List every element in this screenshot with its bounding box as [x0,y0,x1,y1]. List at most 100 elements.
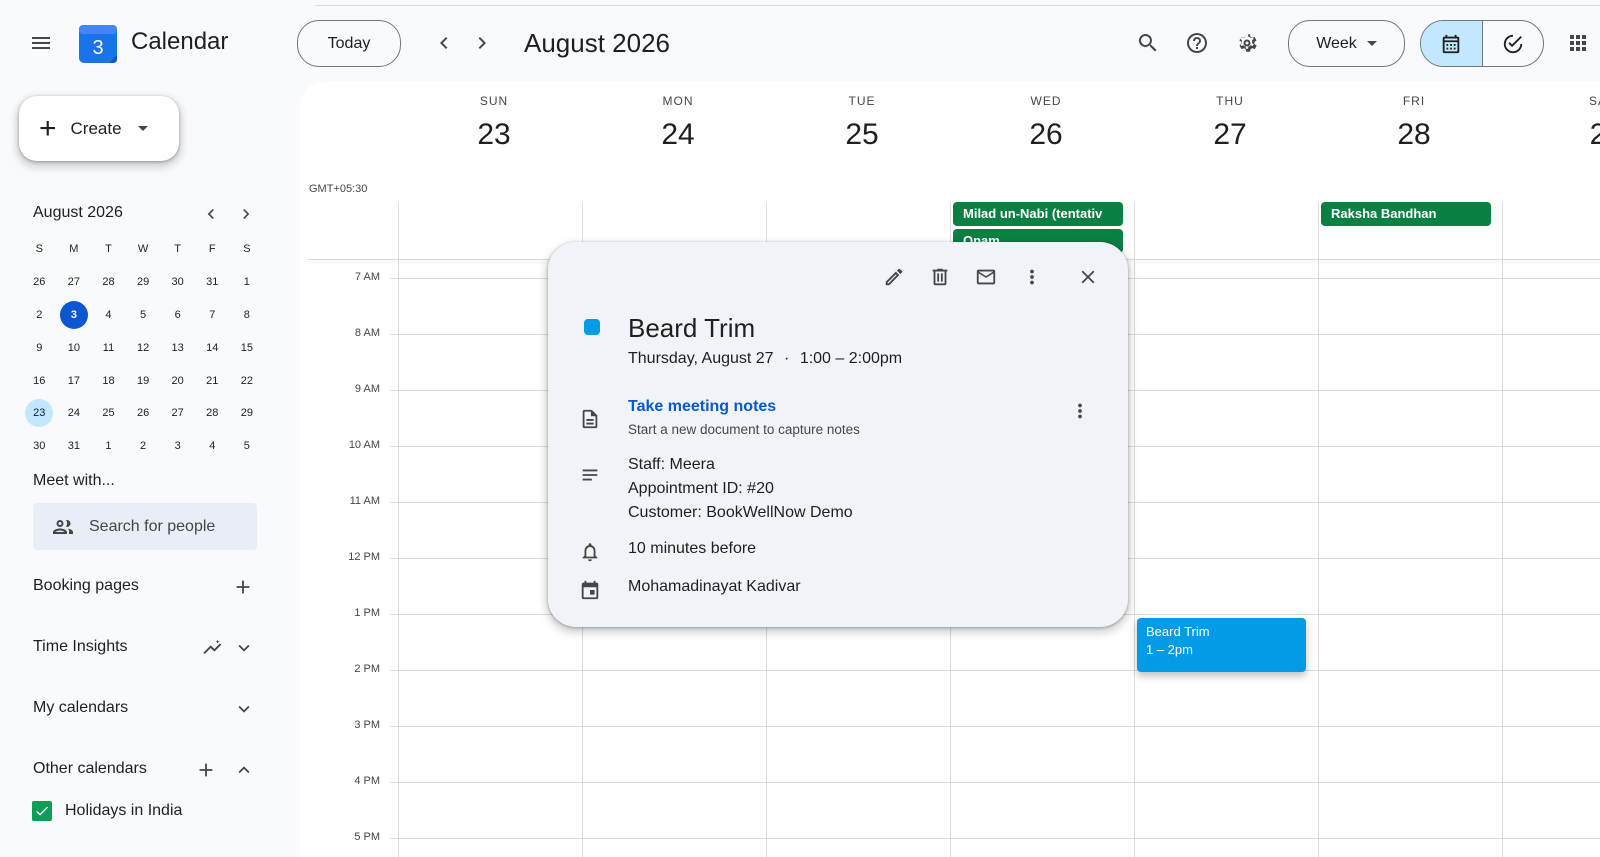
calendar-view-toggle[interactable] [1421,21,1483,66]
day-name: THU [1216,94,1244,108]
mini-day[interactable]: 4 [91,299,126,332]
day-header-tue[interactable]: TUE 25 [770,94,954,152]
help-button[interactable] [1177,23,1217,63]
main-menu-button[interactable] [21,23,61,63]
add-booking-page-button[interactable] [229,573,257,601]
mini-day[interactable]: 30 [22,430,57,463]
mini-day-number: 31 [206,276,219,289]
delete-event-button[interactable] [922,259,958,295]
mini-day[interactable]: 10 [57,331,92,364]
mini-day[interactable]: 19 [126,364,161,397]
mini-day-today[interactable]: 3 [57,299,92,332]
edit-event-button[interactable] [876,259,912,295]
gear-icon [1239,34,1257,52]
mini-day[interactable]: 31 [57,430,92,463]
today-button[interactable]: Today [297,20,401,67]
mail-icon [976,269,996,285]
email-guests-button[interactable] [968,259,1004,295]
mini-prev-month-button[interactable] [199,202,223,226]
calendar-logo[interactable]: 3 [79,23,117,63]
mini-day[interactable]: 26 [22,266,57,299]
close-popup-button[interactable] [1070,259,1106,295]
mini-day[interactable]: 12 [126,331,161,364]
mini-day[interactable]: 16 [22,364,57,397]
mini-day[interactable]: 7 [195,299,230,332]
mini-day[interactable]: 5 [230,430,265,463]
search-button[interactable] [1128,23,1168,63]
mini-day[interactable]: 15 [230,331,265,364]
timezone-label: GMT+05:30 [309,183,368,195]
all-day-event-raksha-bandhan[interactable]: Raksha Bandhan [1321,202,1491,226]
mini-day[interactable]: 3 [160,430,195,463]
mini-day[interactable]: 5 [126,299,161,332]
mini-next-month-button[interactable] [234,202,258,226]
settings-button[interactable] [1227,23,1267,63]
day-header-thu[interactable]: THU 27 [1138,94,1322,152]
mini-day[interactable]: 1 [230,266,265,299]
description-line: Appointment ID: #20 [628,480,774,497]
day-header-fri[interactable]: FRI 28 [1322,94,1506,152]
mini-day[interactable]: 24 [57,397,92,430]
search-people-input[interactable]: Search for people [33,503,257,550]
next-week-button[interactable] [462,23,502,63]
mini-day[interactable]: 2 [126,430,161,463]
mini-day-number: 1 [243,276,250,289]
hour-label: 11 AM [349,495,380,507]
mini-day[interactable]: 28 [91,266,126,299]
mini-day[interactable]: 2 [22,299,57,332]
add-other-calendar-button[interactable] [192,756,220,784]
mini-day[interactable]: 13 [160,331,195,364]
mini-day[interactable]: 25 [91,397,126,430]
time-insights-sparkle-button[interactable] [199,634,227,662]
day-header-sat[interactable]: SA 2 [1506,94,1600,152]
mini-day[interactable]: 9 [22,331,57,364]
event-beard-trim[interactable]: Beard Trim 1 – 2pm [1137,618,1306,672]
mini-day[interactable]: 1 [91,430,126,463]
mini-day[interactable]: 4 [195,430,230,463]
mini-day-number: 9 [36,341,43,354]
mini-day[interactable]: 8 [230,299,265,332]
mini-day[interactable]: 30 [160,266,195,299]
view-selector-button[interactable]: Week [1288,20,1405,67]
mini-day[interactable]: 6 [160,299,195,332]
hour-line [390,838,1600,839]
create-button[interactable]: + Create [19,96,179,161]
other-calendars-collapse-button[interactable] [230,756,258,784]
day-header-mon[interactable]: MON 24 [586,94,770,152]
mini-day[interactable]: 28 [195,397,230,430]
calendar-tasks-toggle [1420,20,1544,67]
day-date: 2 [1589,118,1600,151]
day-header-sun[interactable]: SUN 23 [402,94,586,152]
previous-week-button[interactable] [424,23,464,63]
mini-day[interactable]: 18 [91,364,126,397]
my-calendars-expand-button[interactable] [230,695,258,723]
mini-day[interactable]: 21 [195,364,230,397]
time-insights-expand-button[interactable] [230,634,258,662]
mini-day-selected[interactable]: 23 [22,397,57,430]
mini-day[interactable]: 29 [126,266,161,299]
plus-icon [236,580,250,594]
mini-day[interactable]: 29 [230,397,265,430]
take-meeting-notes-link[interactable]: Take meeting notes [628,398,776,416]
mini-day-number: 22 [240,374,253,387]
mini-day[interactable]: 11 [91,331,126,364]
tasks-view-toggle[interactable] [1483,21,1544,66]
mini-day[interactable]: 27 [160,397,195,430]
day-header-wed[interactable]: WED 26 [954,94,1138,152]
day-divider [1318,202,1319,857]
mini-day-header: S [35,243,43,255]
mini-day[interactable]: 17 [57,364,92,397]
mini-day[interactable]: 22 [230,364,265,397]
more-options-button[interactable] [1014,259,1050,295]
holidays-checkbox[interactable] [32,801,52,821]
mini-day[interactable]: 27 [57,266,92,299]
mini-day[interactable]: 20 [160,364,195,397]
apps-button[interactable] [1558,23,1598,63]
mini-day[interactable]: 31 [195,266,230,299]
notes-more-options-button[interactable] [1062,393,1098,429]
mini-day-number: 5 [140,308,147,321]
all-day-event-milad-un-nabi[interactable]: Milad un-Nabi (tentativ [953,202,1123,226]
mini-day[interactable]: 14 [195,331,230,364]
day-divider [1502,202,1503,857]
mini-day[interactable]: 26 [126,397,161,430]
